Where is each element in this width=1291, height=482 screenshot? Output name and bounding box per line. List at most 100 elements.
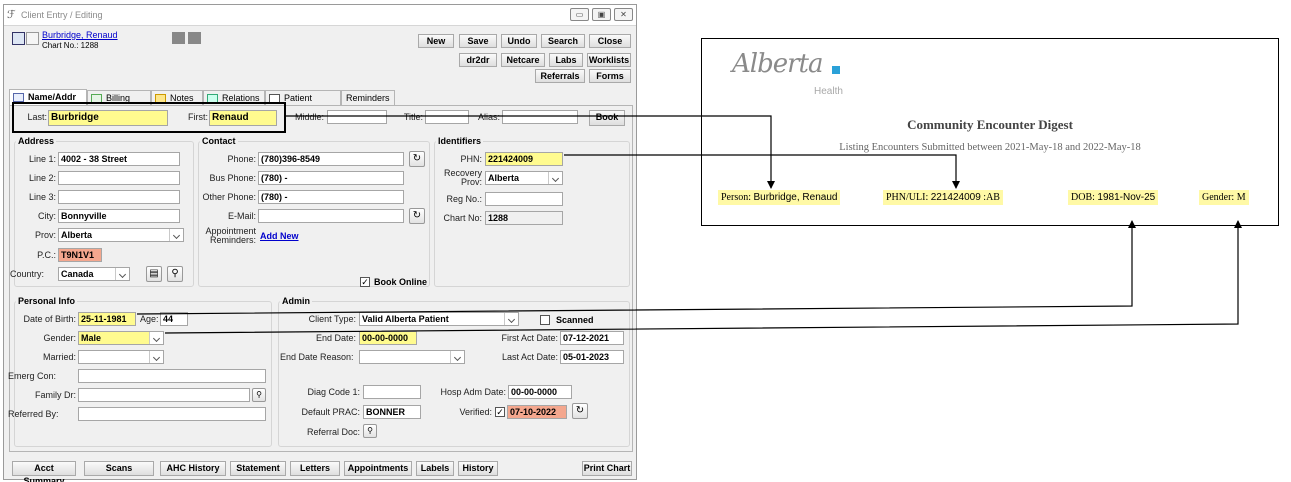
admin-title: Admin (280, 296, 312, 306)
referrals-button[interactable]: Referrals (535, 69, 585, 83)
hosp-adm-date-field[interactable]: 00-00-0000 (508, 385, 572, 399)
minimize-icon[interactable]: ▭ (570, 8, 589, 21)
reg-no-field[interactable] (485, 192, 563, 206)
postal-code-field[interactable]: T9N1V1 (58, 248, 102, 262)
diag-code-field[interactable] (363, 385, 421, 399)
alias-field[interactable] (502, 110, 578, 124)
chevron-down-icon[interactable] (115, 268, 129, 280)
client-type-value: Valid Alberta Patient (362, 314, 449, 324)
close-button[interactable]: Close (589, 34, 631, 48)
appointments-button[interactable]: Appointments (344, 461, 412, 476)
phn-value: 221424009 (930, 192, 981, 203)
book-online-label: Book Online (374, 277, 428, 287)
save-button[interactable]: Save (459, 34, 497, 48)
age-label: Age: (140, 314, 159, 324)
chevron-down-icon[interactable] (450, 351, 464, 363)
gender-value: M (1236, 192, 1246, 203)
forms-button[interactable]: Forms (589, 69, 631, 83)
verified-checkbox[interactable]: ✓ (495, 407, 505, 417)
search-button[interactable]: Search (541, 34, 585, 48)
referred-by-field[interactable] (78, 407, 266, 421)
acct-summary-button[interactable]: Acct Summary (12, 461, 76, 482)
gender-label: Gender: (43, 333, 76, 343)
line1-field[interactable]: 4002 - 38 Street (58, 152, 180, 166)
chart-number-label: Chart No.: 1288 (42, 41, 99, 50)
search-icon[interactable]: ⚲ (252, 388, 266, 402)
title-bar: ℱ Client Entry / Editing ▭ ▣ ✕ (4, 5, 636, 26)
labs-button[interactable]: Labs (549, 53, 583, 67)
address-title: Address (16, 136, 57, 146)
married-select[interactable] (78, 350, 164, 364)
email-label: E-Mail: (227, 211, 256, 221)
recovery-prov-select[interactable]: Alberta (485, 171, 563, 185)
digest-title: Community Encounter Digest (907, 117, 1073, 132)
alias-label: Alias: (477, 112, 500, 122)
gender-select[interactable]: Male (78, 331, 164, 345)
search-icon[interactable]: ⚲ (167, 266, 183, 282)
history-icon[interactable]: ↻ (572, 403, 588, 419)
dob-field[interactable]: 25-11-1981 (78, 312, 136, 326)
middle-name-field[interactable] (327, 110, 387, 124)
city-field[interactable]: Bonnyville (58, 209, 180, 223)
chevron-down-icon[interactable] (149, 332, 163, 344)
scanned-label: Scanned (556, 315, 594, 325)
patient-search-icon[interactable] (26, 32, 39, 45)
end-date-reason-select[interactable] (359, 350, 465, 364)
default-prac-field[interactable]: BONNER (363, 405, 421, 419)
chevron-down-icon[interactable] (504, 313, 518, 325)
clipboard-icon[interactable]: ▤ (146, 266, 162, 282)
end-date-field[interactable]: 00-00-0000 (359, 331, 417, 345)
ahc-history-button[interactable]: AHC History (160, 461, 226, 476)
close-window-icon[interactable]: ✕ (614, 8, 633, 21)
book-online-checkbox[interactable]: ✓ (360, 277, 370, 287)
line3-field[interactable] (58, 190, 180, 204)
statement-button[interactable]: Statement (230, 461, 286, 476)
phone-field[interactable]: (780)396-8549 (258, 152, 404, 166)
other-phone-label: Other Phone: (202, 192, 256, 202)
client-type-select[interactable]: Valid Alberta Patient (359, 312, 519, 326)
worklists-button[interactable]: Worklists (587, 53, 631, 67)
diag-code-label: Diag Code 1: (307, 387, 360, 397)
client-entry-window: ℱ Client Entry / Editing ▭ ▣ ✕ Burbridge… (3, 4, 637, 482)
scanned-checkbox[interactable] (540, 315, 550, 325)
history-button[interactable]: History (458, 461, 498, 476)
chevron-down-icon[interactable] (548, 172, 562, 184)
bus-phone-field[interactable]: (780) - (258, 171, 404, 185)
contact-title: Contact (200, 136, 238, 146)
title-field[interactable] (425, 110, 469, 124)
emerg-con-field[interactable] (78, 369, 266, 383)
scans-button[interactable]: Scans (84, 461, 154, 476)
recovery-prov-label: Recovery Prov: (443, 168, 482, 187)
line2-field[interactable] (58, 171, 180, 185)
family-dr-field[interactable] (78, 388, 250, 402)
chevron-down-icon[interactable] (169, 229, 183, 241)
history-icon[interactable]: ↻ (409, 208, 425, 224)
search-icon[interactable]: ⚲ (363, 424, 377, 438)
chevron-down-icon[interactable] (149, 351, 163, 363)
letters-button[interactable]: Letters (290, 461, 340, 476)
dr2dr-button[interactable]: dr2dr (459, 53, 497, 67)
undo-button[interactable]: Undo (501, 34, 537, 48)
other-phone-field[interactable]: (780) - (258, 190, 404, 204)
patient-name-link[interactable]: Burbridge, Renaud (42, 30, 118, 40)
history-icon[interactable]: ↻ (409, 151, 425, 167)
person-label: Person: (721, 192, 751, 203)
add-new-link[interactable]: Add New (260, 231, 299, 241)
verified-date-field[interactable]: 07-10-2022 (507, 405, 567, 419)
phn-suffix: :AB (983, 192, 1000, 203)
print-chart-button[interactable]: Print Chart (582, 461, 632, 476)
netcare-button[interactable]: Netcare (501, 53, 545, 67)
maximize-icon[interactable]: ▣ (592, 8, 611, 21)
phn-field[interactable]: 221424009 (485, 152, 563, 166)
new-button[interactable]: New (418, 34, 454, 48)
patient-card-icon[interactable] (12, 32, 25, 45)
country-select[interactable]: Canada (58, 267, 130, 281)
prov-select[interactable]: Alberta (58, 228, 184, 242)
labels-button[interactable]: Labels (416, 461, 454, 476)
hosp-adm-date-label: Hosp Adm Date: (440, 387, 506, 397)
email-field[interactable] (258, 209, 404, 223)
tab-reminders[interactable]: Reminders (341, 90, 395, 106)
book-button[interactable]: Book (589, 110, 625, 126)
tab-label: Name/Addr (28, 92, 77, 102)
age-field: 44 (160, 312, 188, 326)
